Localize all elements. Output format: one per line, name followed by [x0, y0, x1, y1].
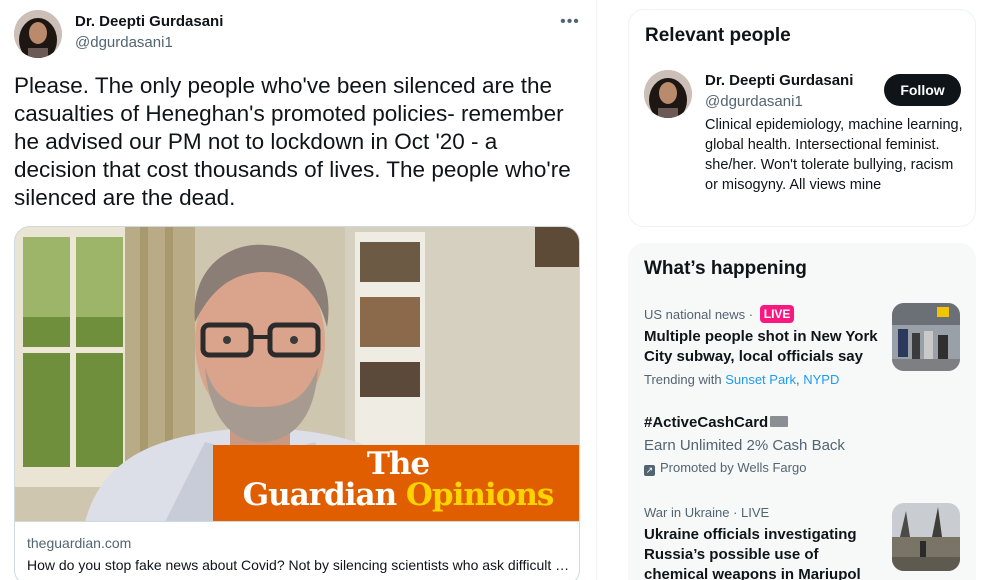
trend-meta: US national news · LIVE	[644, 305, 795, 323]
card-title[interactable]: How do you stop fake news about Covid? N…	[27, 557, 572, 573]
more-horizontal-icon[interactable]: •••	[556, 10, 584, 34]
trend-title[interactable]: Ukraine officials investigating Russia’s…	[644, 525, 884, 580]
tweet-text: Please. The only people who've been sile…	[14, 73, 571, 210]
person-avatar[interactable]	[644, 70, 692, 118]
promoted-icon: ↗	[644, 465, 655, 476]
guardian-logo-guardian: Guardian	[242, 477, 398, 513]
tweet: Dr. Deepti Gurdasani @dgurdasani1 ••• Pl…	[0, 0, 597, 580]
guardian-logo: The Guardian Opinions	[223, 449, 573, 511]
link-card[interactable]: The Guardian Opinions theguardian.com Ho…	[14, 226, 580, 580]
trend-item[interactable]: US national news · LIVE Multiple people …	[628, 301, 976, 393]
trend-link-nypd[interactable]: NYPD	[803, 372, 839, 387]
author-avatar[interactable]	[14, 10, 62, 58]
guardian-logo-opinions: Opinions	[405, 477, 554, 513]
promoted-subtitle: Earn Unlimited 2% Cash Back	[644, 437, 845, 454]
trending-with: Trending with Sunset Park, NYPD	[644, 372, 840, 387]
promoted-label: ↗ Promoted by Wells Fargo	[644, 460, 806, 476]
trend-title[interactable]: #ActiveCashCard	[644, 413, 944, 433]
relevant-people-panel: Relevant people Dr. Deepti Gurdasani @dg…	[628, 9, 976, 227]
trend-title[interactable]: Multiple people shot in New York City su…	[644, 327, 884, 367]
trend-meta: War in Ukraine · LIVE	[644, 505, 770, 520]
author-handle[interactable]: @dgurdasani1	[75, 34, 173, 51]
promoted-trend-item[interactable]: #ActiveCashCard Earn Unlimited 2% Cash B…	[628, 413, 976, 479]
promoted-by: Promoted by Wells Fargo	[660, 460, 807, 475]
live-badge: LIVE	[759, 305, 795, 323]
author-name[interactable]: Dr. Deepti Gurdasani	[75, 13, 223, 30]
follow-button[interactable]: Follow	[884, 74, 961, 106]
card-image[interactable]: The Guardian Opinions	[15, 227, 579, 522]
person-bio: Clinical epidemiology, machine learning,…	[705, 117, 963, 193]
trend-item[interactable]: War in Ukraine · LIVE Ukraine officials …	[628, 503, 976, 580]
trending-with-label: Trending with	[644, 372, 722, 387]
trend-category: US national news ·	[644, 307, 754, 322]
relevant-people-title: Relevant people	[645, 25, 791, 46]
guardian-logo-the: The	[366, 446, 430, 482]
person-name[interactable]: Dr. Deepti Gurdasani	[705, 72, 853, 89]
person-handle[interactable]: @dgurdasani1	[705, 93, 803, 110]
card-domain: theguardian.com	[27, 535, 132, 551]
whats-happening-title: What’s happening	[644, 258, 807, 279]
whats-happening-panel: What’s happening US national news · LIVE…	[628, 243, 976, 580]
promoted-hashtag: #ActiveCashCard	[644, 414, 769, 431]
trend-thumbnail	[892, 503, 960, 571]
trend-thumbnail	[892, 303, 960, 371]
credit-card-icon	[770, 416, 789, 427]
trend-link-sunset-park[interactable]: Sunset Park	[725, 372, 796, 387]
